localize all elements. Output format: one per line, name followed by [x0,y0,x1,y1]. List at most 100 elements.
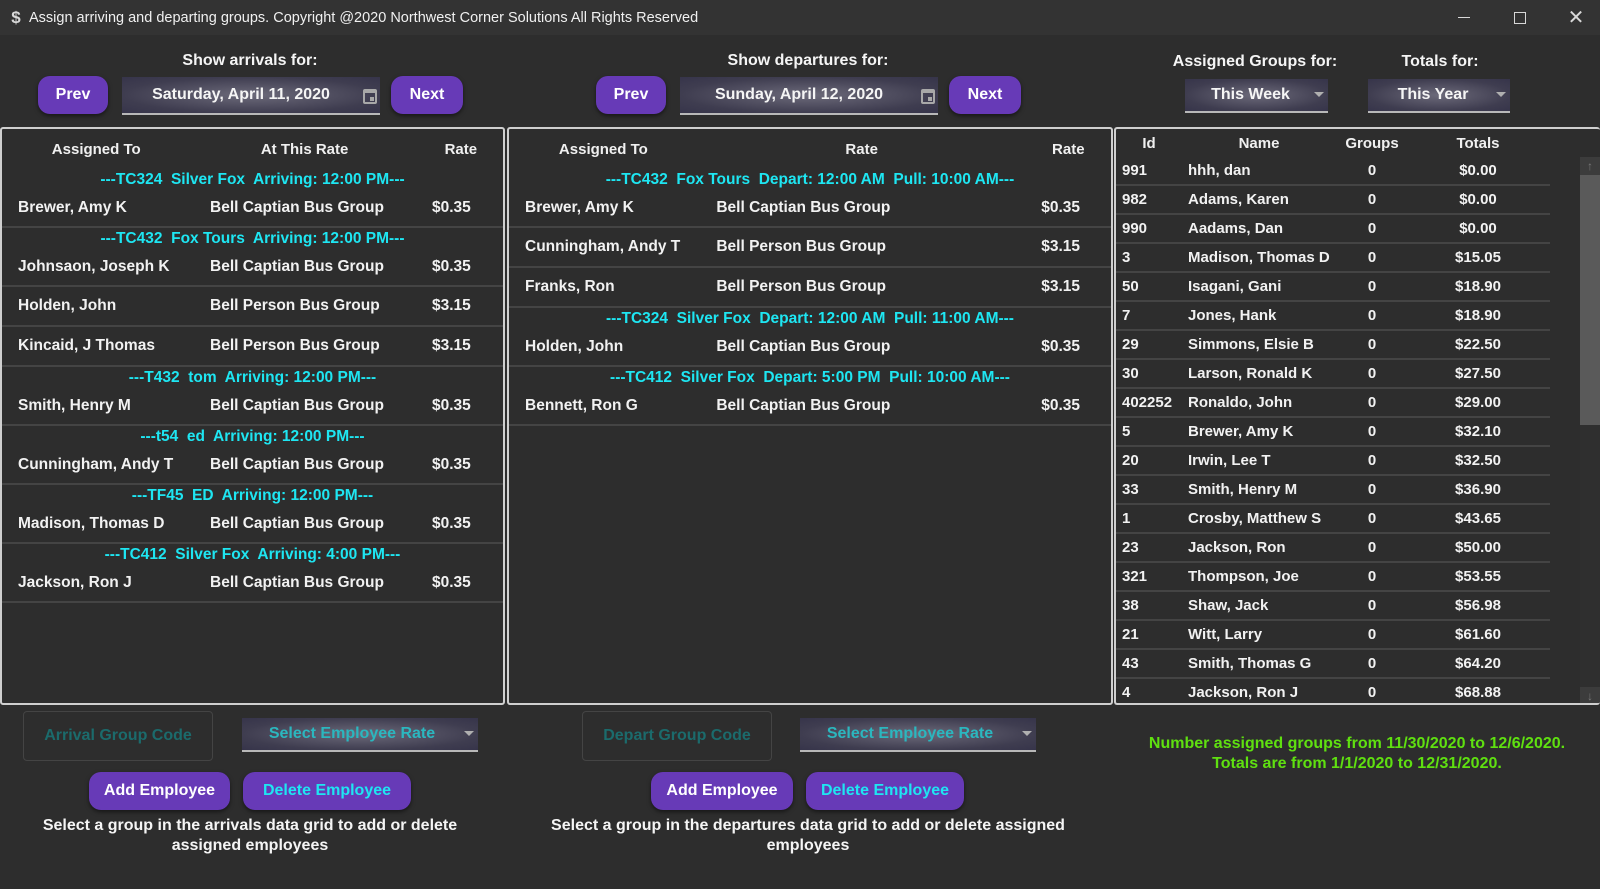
arrival-add-employee-button[interactable]: Add Employee [89,772,230,810]
table-row[interactable]: Brewer, Amy K Bell Captian Bus Group $0.35 [509,190,1111,226]
maximize-icon [1514,11,1526,24]
arrivals-prev-button[interactable]: Prev [38,76,108,114]
table-row[interactable]: 7 Jones, Hank 0 $18.90 [1116,302,1550,331]
id-cell: 43 [1122,655,1139,672]
arrival-employee-rate-select[interactable]: Select Employee Rate [242,718,478,752]
column-header[interactable]: Id [1116,135,1182,152]
name-cell: hhh, dan [1188,162,1251,179]
arrivals-next-button[interactable]: Next [391,76,463,114]
table-row[interactable]: Kincaid, J Thomas Bell Person Bus Group $3… [2,325,503,365]
group-header[interactable]: ---TF45 ED Arriving: 12:00 PM--- [2,485,503,506]
group-header[interactable]: ---TC324 Silver Fox Arriving: 12:00 PM--… [2,169,503,190]
table-row[interactable]: 982 Adams, Karen 0 $0.00 [1116,186,1550,215]
depart-add-employee-button[interactable]: Add Employee [651,772,793,810]
table-row[interactable]: 23 Jackson, Ron 0 $50.00 [1116,534,1550,563]
table-row[interactable]: 990 Aadams, Dan 0 $0.00 [1116,215,1550,244]
table-row[interactable]: Jackson, Ron J Bell Captian Bus Group $0.3… [2,565,503,601]
column-header[interactable]: At This Rate [191,141,419,158]
arrivals-grid[interactable]: Assigned To At This Rate Rate ---TC324 S… [0,127,505,705]
totals-for-select[interactable]: This Year [1368,79,1510,113]
table-row[interactable]: Cunningham, Andy T Bell Person Bus Group $… [509,226,1111,266]
column-header[interactable]: Rate [698,141,1026,158]
departures-prev-button[interactable]: Prev [596,76,666,114]
table-row[interactable]: Smith, Henry M Bell Captian Bus Group $0.3… [2,388,503,424]
table-row[interactable]: Johnsaon, Joseph K Bell Captian Bus Group… [2,249,503,285]
table-row[interactable]: 33 Smith, Henry M 0 $36.90 [1116,476,1550,505]
totals-cell: $36.90 [1455,481,1501,498]
column-header[interactable]: Rate [1026,141,1111,158]
departures-date-picker[interactable]: Sunday, April 12, 2020 [680,77,938,115]
table-row[interactable]: 50 Isagani, Gani 0 $18.90 [1116,273,1550,302]
calendar-icon[interactable] [921,89,935,104]
arrivals-date-picker[interactable]: Saturday, April 11, 2020 [122,77,380,115]
table-row[interactable]: 30 Larson, Ronald K 0 $27.50 [1116,360,1550,389]
window-title: Assign arriving and departing groups. Co… [29,9,699,26]
groups-cell: 0 [1367,481,1377,498]
table-row[interactable]: 21 Witt, Larry 0 $61.60 [1116,621,1550,650]
table-row[interactable]: Holden, John Bell Person Bus Group $3.15 [2,285,503,325]
group-header[interactable]: ---TC324 Silver Fox Depart: 12:00 AM Pul… [509,308,1111,329]
departures-next-button[interactable]: Next [949,76,1021,114]
table-row[interactable]: Bennett, Ron G Bell Captian Bus Group $0.3… [509,388,1111,424]
arrival-delete-employee-button[interactable]: Delete Employee [243,772,411,810]
group-block: ---TF45 ED Arriving: 12:00 PM--- Madison,… [2,485,503,544]
group-header[interactable]: ---t54 ed Arriving: 12:00 PM--- [2,426,503,447]
minimize-button[interactable] [1436,0,1492,35]
id-cell: 30 [1122,365,1139,382]
assigned-groups-value: This Week [1211,86,1290,103]
group-header[interactable]: ---T432 tom Arriving: 12:00 PM--- [2,367,503,388]
column-header[interactable]: Rate [419,141,503,158]
table-row[interactable]: 1 Crosby, Matthew S 0 $43.65 [1116,505,1550,534]
depart-delete-employee-button[interactable]: Delete Employee [806,772,964,810]
calendar-icon[interactable] [363,89,377,104]
table-row[interactable]: 402252 Ronaldo, John 0 $29.00 [1116,389,1550,418]
column-header[interactable]: Groups [1336,135,1408,152]
table-row[interactable]: 991 hhh, dan 0 $0.00 [1116,157,1550,186]
table-row[interactable]: 38 Shaw, Jack 0 $56.98 [1116,592,1550,621]
column-header[interactable]: Assigned To [509,141,698,158]
table-row[interactable]: Holden, John Bell Captian Bus Group $0.35 [509,329,1111,365]
group-header[interactable]: ---TC412 Silver Fox Arriving: 4:00 PM--- [2,544,503,565]
table-row[interactable]: 4 Jackson, Ron J 0 $68.88 [1116,679,1550,703]
depart-employee-rate-select[interactable]: Select Employee Rate [800,718,1036,752]
group-header[interactable]: ---TC412 Silver Fox Depart: 5:00 PM Pull… [509,367,1111,388]
assigned-groups-label: Assigned Groups for: [1172,53,1338,70]
group-block: ---TC324 Silver Fox Depart: 12:00 AM Pul… [509,308,1111,367]
table-row[interactable]: Brewer, Amy K Bell Captian Bus Group $0.35 [2,190,503,226]
table-row[interactable]: 20 Irwin, Lee T 0 $32.50 [1116,447,1550,476]
groups-cell: 0 [1367,597,1377,614]
totals-cell: $61.60 [1455,626,1501,643]
scroll-down-arrow-icon[interactable]: ↓ [1580,687,1600,703]
employees-grid[interactable]: Id Name Groups Totals 991 hhh, dan 0 $0.00 9… [1114,127,1600,705]
group-header[interactable]: ---TC432 Fox Tours Depart: 12:00 AM Pull… [509,169,1111,190]
groups-cell: 0 [1367,307,1377,324]
scroll-up-arrow-icon[interactable]: ↑ [1580,157,1600,175]
table-row[interactable]: Cunningham, Andy T Bell Captian Bus Group… [2,447,503,483]
table-row[interactable]: 321 Thompson, Joe 0 $53.55 [1116,563,1550,592]
departures-grid[interactable]: Assigned To Rate Rate ---TC432 Fox Tours… [507,127,1113,705]
arrival-group-code-field[interactable]: Arrival Group Code [23,711,213,761]
totals-cell: $0.00 [1459,162,1497,179]
table-row[interactable]: 43 Smith, Thomas G 0 $64.20 [1116,650,1550,679]
maximize-button[interactable] [1492,0,1548,35]
column-header[interactable]: Name [1182,135,1336,152]
close-button[interactable]: ✕ [1548,0,1600,35]
table-row[interactable]: 5 Brewer, Amy K 0 $32.10 [1116,418,1550,447]
assigned-to-cell: Kincaid, J Thomas [18,337,155,354]
column-header[interactable]: Totals [1408,135,1548,152]
minimize-icon [1458,16,1470,19]
totals-cell: $0.00 [1459,220,1497,237]
group-header[interactable]: ---TC432 Fox Tours Arriving: 12:00 PM--- [2,228,503,249]
employees-grid-header: Id Name Groups Totals [1116,129,1600,157]
table-row[interactable]: 29 Simmons, Elsie B 0 $22.50 [1116,331,1550,360]
table-row[interactable]: Franks, Ron Bell Person Bus Group $3.15 [509,266,1111,306]
vertical-scrollbar[interactable]: ↑ ↓ [1580,157,1600,703]
table-row[interactable]: Madison, Thomas D Bell Captian Bus Group $… [2,506,503,542]
scrollbar-thumb[interactable] [1580,175,1600,425]
rate-cell: $0.35 [432,456,471,473]
depart-group-code-field[interactable]: Depart Group Code [582,711,772,761]
assigned-groups-select[interactable]: This Week [1185,79,1328,113]
table-row[interactable]: 3 Madison, Thomas D 0 $15.05 [1116,244,1550,273]
groups-cell: 0 [1367,336,1377,353]
column-header[interactable]: Assigned To [2,141,191,158]
